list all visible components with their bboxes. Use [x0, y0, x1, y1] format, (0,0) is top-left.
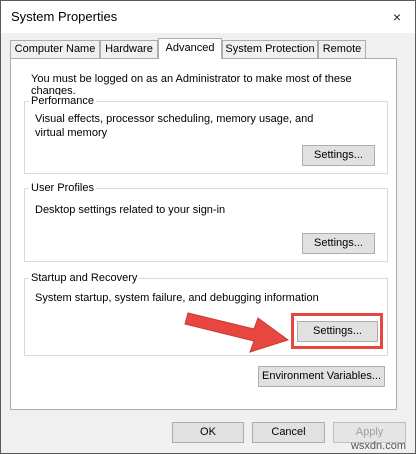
- admin-notice: You must be logged on as an Administrato…: [31, 73, 352, 97]
- cancel-button[interactable]: Cancel: [252, 422, 325, 443]
- user-profiles-settings-button[interactable]: Settings...: [302, 233, 375, 254]
- title-bar[interactable]: System Properties ×: [1, 1, 415, 33]
- performance-description: Visual effects, processor scheduling, me…: [35, 113, 314, 139]
- close-icon[interactable]: ×: [387, 7, 407, 27]
- highlight-box: [291, 313, 383, 349]
- startup-recovery-title: Startup and Recovery: [29, 272, 140, 284]
- performance-title: Performance: [29, 95, 96, 107]
- window-title: System Properties: [11, 9, 118, 24]
- tab-hardware[interactable]: Hardware: [100, 40, 158, 58]
- performance-settings-button[interactable]: Settings...: [302, 145, 375, 166]
- arrow-right-icon: [184, 312, 290, 353]
- ok-button[interactable]: OK: [172, 422, 244, 443]
- watermark: wsxdn.com: [350, 440, 406, 452]
- tab-system-protection[interactable]: System Protection: [222, 40, 318, 58]
- tab-strip: Computer Name Hardware Advanced System P…: [10, 38, 405, 59]
- user-profiles-description: Desktop settings related to your sign-in: [35, 204, 226, 216]
- tab-advanced[interactable]: Advanced: [158, 38, 222, 59]
- tab-computer-name[interactable]: Computer Name: [10, 40, 100, 58]
- tab-remote[interactable]: Remote: [318, 40, 366, 58]
- environment-variables-button[interactable]: Environment Variables...: [258, 366, 385, 387]
- user-profiles-title: User Profiles: [29, 182, 96, 194]
